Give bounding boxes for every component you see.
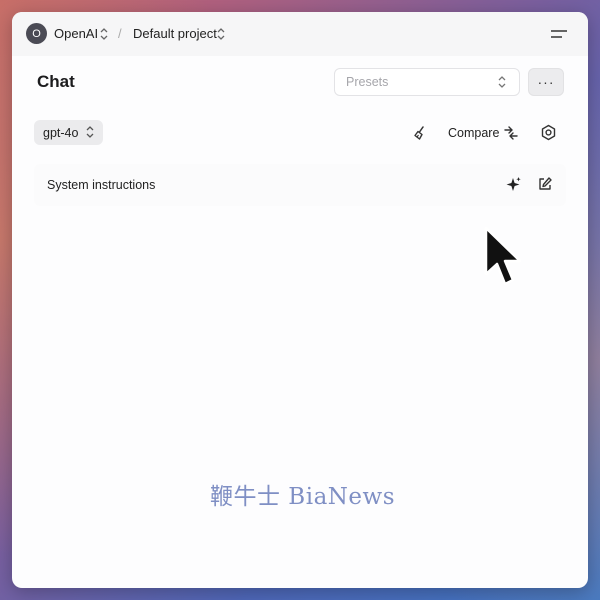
top-bar: O OpenAI / Default project: [12, 12, 588, 56]
edit-icon[interactable]: [537, 176, 553, 192]
presets-placeholder: Presets: [346, 75, 389, 89]
page-title: Chat: [37, 72, 75, 91]
breadcrumb-separator: /: [118, 26, 122, 41]
model-selector[interactable]: gpt-4o: [34, 120, 103, 145]
presets-chevron-icon: [498, 76, 506, 88]
broom-icon[interactable]: [412, 125, 428, 141]
system-instructions-card[interactable]: System instructions: [34, 164, 566, 206]
more-options-button[interactable]: ···: [528, 68, 564, 96]
org-name[interactable]: OpenAI: [54, 26, 98, 41]
system-instructions-label: System instructions: [47, 178, 156, 192]
sparkle-icon[interactable]: [505, 176, 522, 193]
model-name: gpt-4o: [43, 126, 79, 140]
compare-button[interactable]: Compare: [448, 126, 499, 140]
project-switcher-chevron-icon[interactable]: [216, 26, 226, 42]
presets-select[interactable]: Presets: [334, 68, 520, 96]
more-icon: ···: [537, 74, 555, 90]
model-chevron-icon: [86, 126, 94, 138]
settings-icon[interactable]: [540, 124, 557, 141]
hamburger-menu-icon[interactable]: [550, 28, 568, 40]
mouse-cursor-icon: [484, 226, 522, 286]
playground-window: O OpenAI / Default project Chat Presets …: [12, 12, 588, 588]
org-avatar[interactable]: O: [26, 23, 47, 44]
compare-arrows-icon[interactable]: [503, 125, 519, 141]
org-switcher-chevron-icon[interactable]: [99, 26, 109, 42]
watermark: 鞭牛士 BiaNews: [210, 484, 396, 510]
project-name[interactable]: Default project: [133, 26, 217, 41]
